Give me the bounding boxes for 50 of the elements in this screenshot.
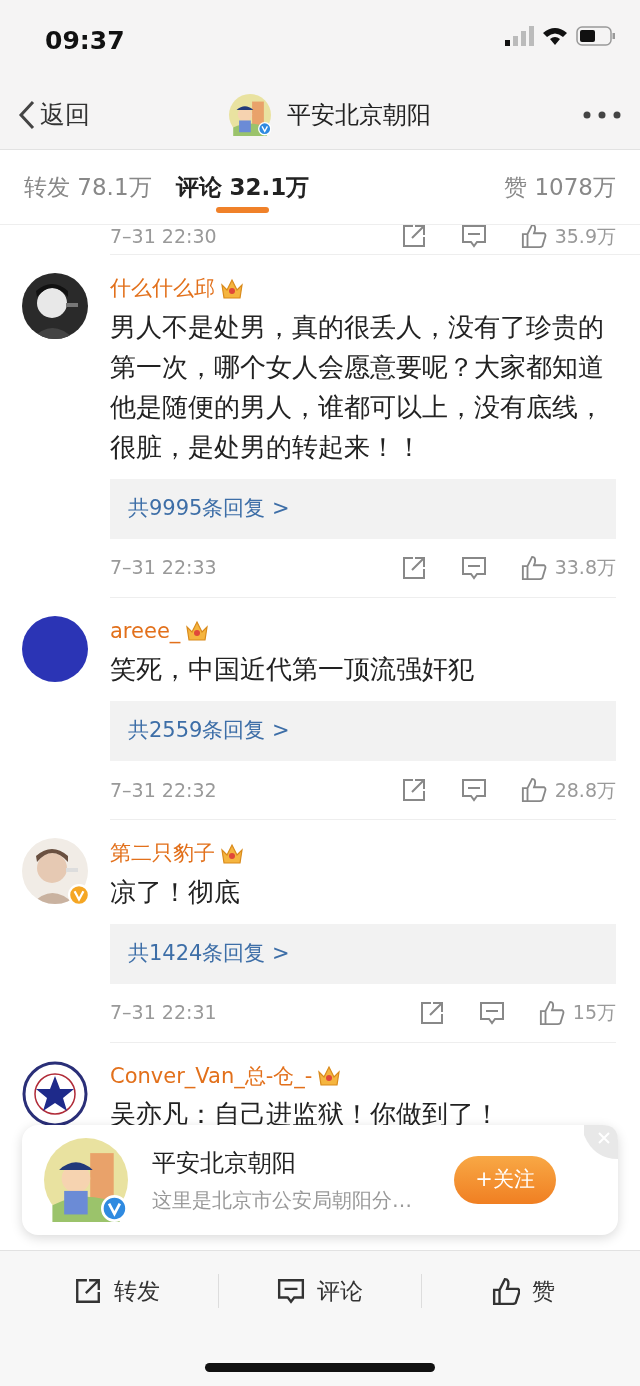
replies-link[interactable]: 共1424条回复 >	[110, 923, 616, 984]
like-icon	[491, 1277, 520, 1305]
tab[interactable]: 评论 32.1万	[175, 149, 310, 225]
account-description: 这里是北京市公安局朝阳分…	[152, 1187, 413, 1214]
back-button[interactable]: 返回	[18, 95, 90, 134]
replies-link[interactable]: 共9995条回复 >	[110, 478, 616, 539]
like-button[interactable]: 赞	[422, 1251, 624, 1331]
replies-link[interactable]: 共2559条回复 >	[110, 701, 616, 761]
comment-icon	[460, 777, 487, 803]
like-icon	[520, 777, 547, 803]
like-count: 33.8万	[554, 555, 616, 581]
username[interactable]: 什么什么邱	[110, 273, 215, 305]
comment-text: 男人不是处男，真的很丢人，没有了珍贵的第一次，哪个女人会愿意要呢？大家都知道他是随便的男人，谁都可以上，没有底线，很脏，是处男的转起来！！	[110, 310, 605, 464]
like-count: 28.8万	[554, 777, 616, 803]
comment-text: 笑死，中国近代第一顶流强奸犯	[110, 653, 475, 686]
share-icon	[400, 777, 427, 803]
comment-icon	[460, 554, 487, 581]
comment-icon	[277, 1277, 305, 1305]
account-name: 平安北京朝阳	[152, 1148, 297, 1179]
share-icon	[418, 999, 445, 1026]
like-icon	[538, 999, 565, 1026]
page-title: 平安北京朝阳	[287, 99, 431, 131]
share-button[interactable]: 转发	[16, 1251, 218, 1331]
tab[interactable]: 赞 1078万	[504, 149, 616, 225]
tab[interactable]: 转发 78.1万	[24, 149, 152, 225]
username[interactable]: 第二只豹子	[110, 838, 215, 870]
comment-icon	[460, 225, 487, 249]
more-icon	[582, 109, 622, 120]
timestamp: 7–31 22:30	[110, 225, 217, 249]
battery-icon	[576, 26, 616, 46]
like-count: 15万	[572, 1000, 616, 1026]
timestamp: 7–31 22:31	[110, 1000, 217, 1026]
like-count: 35.9万	[554, 225, 616, 249]
username[interactable]: areee_	[110, 615, 181, 647]
like-icon	[520, 225, 547, 249]
back-icon	[18, 99, 36, 130]
comment-text: 凉了！彻底	[110, 875, 241, 909]
username[interactable]: Conver_Van_总-仓_-	[110, 1060, 313, 1092]
comment-button[interactable]: 评论	[219, 1251, 421, 1331]
share-icon	[400, 554, 427, 581]
share-icon	[74, 1277, 102, 1305]
wifi-icon	[542, 26, 568, 46]
like-icon	[520, 554, 547, 581]
comment-icon	[478, 999, 505, 1026]
timestamp: 7–31 22:33	[110, 555, 217, 581]
time-text: 09:37	[45, 25, 125, 57]
share-icon	[400, 225, 427, 249]
timestamp: 7–31 22:32	[110, 777, 217, 803]
avatar-drawing	[229, 93, 271, 136]
signal-icon	[504, 26, 534, 46]
